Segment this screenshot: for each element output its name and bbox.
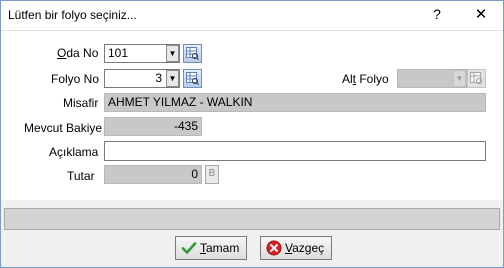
oda-no-value: 101 bbox=[108, 46, 129, 60]
ok-button-label: Tamam bbox=[200, 241, 240, 255]
alt-folyo-search-icon[interactable] bbox=[467, 69, 486, 88]
aciklama-input[interactable] bbox=[104, 141, 486, 161]
misafir-label: Misafir bbox=[63, 96, 99, 110]
tutar-field[interactable]: 0 bbox=[104, 165, 202, 184]
mevcut-bakiye-value: -435 bbox=[173, 119, 198, 133]
cancel-button[interactable]: Vazgeç bbox=[260, 236, 332, 260]
mevcut-bakiye-field: -435 bbox=[104, 117, 202, 136]
form-panel: Oda No 101 ▼ Folyo No 3 ▼ Alt Folyo ▼ Mi… bbox=[1, 30, 503, 200]
cancel-button-label: Vazgeç bbox=[285, 241, 325, 255]
window-title: Lütfen bir folyo seçiniz... bbox=[8, 8, 137, 22]
folyo-no-value: 3 bbox=[155, 71, 162, 85]
aciklama-label: Açıklama bbox=[49, 145, 99, 159]
ok-button[interactable]: Tamam bbox=[175, 236, 247, 260]
help-button[interactable]: ? bbox=[427, 6, 447, 24]
oda-no-search-icon[interactable] bbox=[183, 44, 202, 63]
alt-folyo-label: Alt Folyo bbox=[342, 72, 389, 86]
tutar-b-button[interactable]: B bbox=[205, 165, 219, 184]
tutar-value: 0 bbox=[191, 167, 198, 181]
folyo-no-label: Folyo No bbox=[51, 72, 100, 86]
folyo-no-search-icon[interactable] bbox=[183, 69, 202, 88]
misafir-value: AHMET YILMAZ - WALKIN bbox=[108, 95, 253, 109]
status-bar bbox=[4, 208, 500, 230]
cancel-icon bbox=[266, 240, 282, 259]
checkmark-icon bbox=[181, 240, 197, 259]
misafir-field: AHMET YILMAZ - WALKIN bbox=[104, 93, 486, 112]
oda-no-label: Oda No bbox=[57, 46, 99, 60]
folyo-no-dropdown-icon[interactable]: ▼ bbox=[166, 70, 179, 87]
close-button[interactable]: ✕ bbox=[468, 4, 494, 26]
alt-folyo-dropdown-icon[interactable]: ▼ bbox=[453, 70, 466, 87]
mevcut-bakiye-label: Mevcut Bakiye bbox=[24, 121, 103, 135]
folio-select-dialog: Lütfen bir folyo seçiniz... ? ✕ Oda No 1… bbox=[0, 0, 504, 268]
title-bar: Lütfen bir folyo seçiniz... ? ✕ bbox=[1, 1, 503, 30]
tutar-label: Tutar bbox=[67, 169, 95, 183]
oda-no-dropdown-icon[interactable]: ▼ bbox=[166, 45, 179, 62]
